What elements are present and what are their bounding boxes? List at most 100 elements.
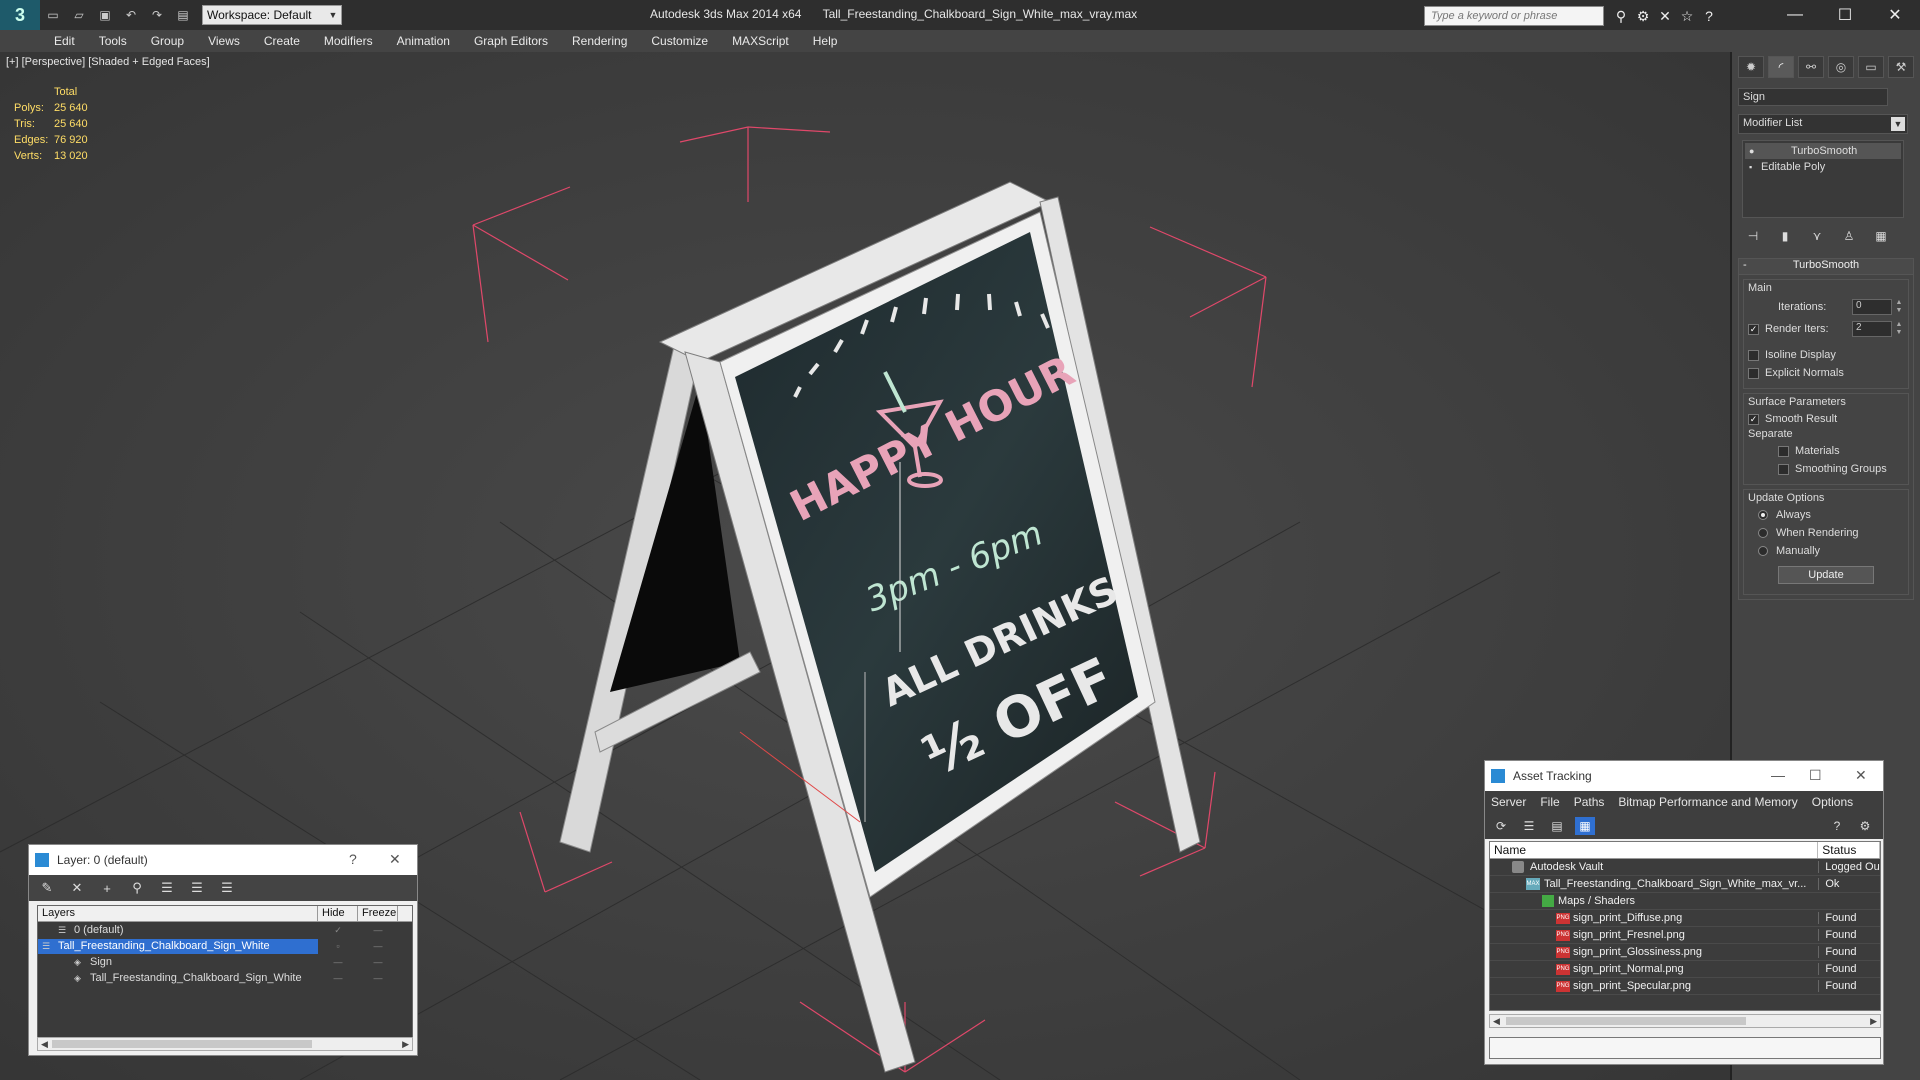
menu-graph-editors[interactable]: Graph Editors — [474, 34, 548, 48]
stack-item-editable-poly[interactable]: ▪ Editable Poly — [1745, 159, 1901, 175]
close-icon[interactable]: ✕ — [1870, 0, 1920, 30]
menu-modifiers[interactable]: Modifiers — [324, 34, 373, 48]
hide-toggle[interactable]: — — [318, 973, 358, 983]
asset-row[interactable]: PNG sign_print_Glossiness.png Found — [1490, 944, 1880, 961]
list-view-icon[interactable]: ☰ — [1519, 817, 1539, 835]
menu-customize[interactable]: Customize — [651, 34, 708, 48]
viewport-label[interactable]: [+] [Perspective] [Shaded + Edged Faces] — [6, 56, 210, 68]
asset-row[interactable]: MAX Tall_Freestanding_Chalkboard_Sign_Whi… — [1490, 876, 1880, 893]
show-end-result-icon[interactable]: ▮ — [1774, 226, 1796, 246]
redo-icon[interactable]: ↷ — [148, 6, 166, 24]
rollout-header[interactable]: - TurboSmooth — [1739, 259, 1913, 275]
dialog-title-bar[interactable]: Asset Tracking — ☐ ✕ — [1485, 761, 1883, 791]
col-status[interactable]: Status — [1818, 842, 1880, 858]
layer-scrollbar[interactable]: ◀ ▶ — [37, 1037, 413, 1051]
menu-tools[interactable]: Tools — [99, 34, 127, 48]
materials-checkbox[interactable] — [1778, 445, 1789, 457]
col-freeze[interactable]: Freeze — [358, 906, 398, 921]
table-view-icon[interactable]: ▦ — [1575, 817, 1595, 835]
asset-row[interactable]: Autodesk Vault Logged Ou — [1490, 859, 1880, 876]
render-iters-checkbox[interactable]: ✓ — [1748, 323, 1759, 335]
workspace-dropdown[interactable]: Workspace: Default ▼ — [202, 5, 342, 25]
always-radio[interactable] — [1758, 510, 1768, 520]
asset-status-field[interactable] — [1489, 1037, 1881, 1059]
col-name[interactable]: Name — [1490, 842, 1819, 858]
menu-bitmap-performance[interactable]: Bitmap Performance and Memory — [1618, 795, 1797, 809]
layer-row[interactable]: ◈ Tall_Freestanding_Chalkboard_Sign_White… — [38, 970, 412, 986]
menu-rendering[interactable]: Rendering — [572, 34, 627, 48]
explicit-normals-checkbox[interactable] — [1748, 367, 1759, 379]
binoculars-icon[interactable]: ⚲ — [1610, 6, 1632, 26]
select-layer-icon[interactable]: ☰ — [157, 879, 177, 897]
help-icon[interactable]: ? — [1827, 817, 1847, 835]
close-icon[interactable]: ✕ — [1855, 767, 1867, 784]
open-file-icon[interactable]: ▱ — [70, 6, 88, 24]
asset-row[interactable]: PNG sign_print_Specular.png Found — [1490, 978, 1880, 995]
iterations-spinner[interactable]: 0 — [1852, 299, 1892, 315]
utilities-tab-icon[interactable]: ⚒ — [1888, 56, 1914, 78]
maximize-icon[interactable]: ☐ — [1809, 767, 1822, 784]
manually-radio[interactable] — [1758, 546, 1768, 556]
layer-row[interactable]: ☰ 0 (default) ✓ — — [38, 922, 412, 938]
menu-options[interactable]: Options — [1812, 795, 1853, 809]
modify-tab-icon[interactable]: ◜ — [1768, 56, 1794, 78]
help-icon[interactable]: ? — [1698, 6, 1720, 26]
spinner-arrows-icon[interactable]: ▲ ▼ — [1894, 321, 1904, 337]
configure-modifier-sets-icon[interactable]: ▦ — [1870, 226, 1892, 246]
hide-toggle[interactable]: ▫ — [318, 941, 358, 951]
new-file-icon[interactable]: ▭ — [44, 6, 62, 24]
layer-row[interactable]: ☰ Tall_Freestanding_Chalkboard_Sign_White… — [38, 938, 412, 954]
modifier-list-dropdown[interactable]: Modifier List ▼ — [1738, 114, 1908, 134]
remove-modifier-icon[interactable]: ♙ — [1838, 226, 1860, 246]
create-tab-icon[interactable]: ✹ — [1738, 56, 1764, 78]
layer-row[interactable]: ◈ Sign — — — [38, 954, 412, 970]
delete-layer-icon[interactable]: ✕ — [67, 879, 87, 897]
scroll-left-icon[interactable]: ◀ — [1493, 1015, 1500, 1027]
hierarchy-tab-icon[interactable]: ⚯ — [1798, 56, 1824, 78]
menu-paths[interactable]: Paths — [1574, 795, 1605, 809]
minimize-icon[interactable]: — — [1770, 0, 1820, 30]
motion-tab-icon[interactable]: ◎ — [1828, 56, 1854, 78]
asset-row[interactable]: PNG sign_print_Normal.png Found — [1490, 961, 1880, 978]
menu-views[interactable]: Views — [208, 34, 240, 48]
smoothing-groups-checkbox[interactable] — [1778, 463, 1789, 475]
asset-row[interactable]: PNG sign_print_Diffuse.png Found — [1490, 910, 1880, 927]
expand-icon[interactable]: ▪ — [1749, 162, 1761, 172]
make-unique-icon[interactable]: ⋎ — [1806, 226, 1828, 246]
hide-toggle[interactable]: ✓ — [318, 925, 358, 936]
freeze-toggle[interactable]: — — [358, 925, 398, 935]
asset-row[interactable]: PNG sign_print_Fresnel.png Found — [1490, 927, 1880, 944]
freeze-toggle[interactable]: — — [358, 973, 398, 983]
scroll-thumb[interactable] — [1506, 1017, 1746, 1025]
maximize-icon[interactable]: ☐ — [1820, 0, 1870, 30]
thumbnail-view-icon[interactable]: ▤ — [1547, 817, 1567, 835]
create-layer-icon[interactable]: ✎ — [37, 879, 57, 897]
menu-group[interactable]: Group — [151, 34, 184, 48]
pin-stack-icon[interactable]: ⊣ — [1742, 226, 1764, 246]
hide-toggle[interactable]: — — [318, 957, 358, 967]
hide-layers-icon[interactable]: ☰ — [187, 879, 207, 897]
when-rendering-radio[interactable] — [1758, 528, 1768, 538]
menu-server[interactable]: Server — [1491, 795, 1526, 809]
app-logo-icon[interactable]: 3 — [0, 0, 40, 30]
asset-row[interactable]: Maps / Shaders — [1490, 893, 1880, 910]
col-layers[interactable]: Layers — [38, 906, 318, 921]
display-tab-icon[interactable]: ▭ — [1858, 56, 1884, 78]
lightbulb-icon[interactable]: ● — [1749, 146, 1761, 156]
refresh-icon[interactable]: ⟳ — [1491, 817, 1511, 835]
select-objects-icon[interactable]: ⚲ — [127, 879, 147, 897]
help-button[interactable]: ? — [349, 851, 357, 867]
add-to-layer-icon[interactable]: + — [97, 879, 117, 897]
asset-scrollbar[interactable]: ◀ ▶ — [1489, 1014, 1881, 1028]
isoline-checkbox[interactable] — [1748, 349, 1759, 361]
undo-icon[interactable]: ↶ — [122, 6, 140, 24]
minimize-icon[interactable]: — — [1771, 767, 1785, 783]
freeze-layers-icon[interactable]: ☰ — [217, 879, 237, 897]
freeze-toggle[interactable]: — — [358, 957, 398, 967]
scroll-left-icon[interactable]: ◀ — [41, 1038, 48, 1050]
scroll-thumb[interactable] — [52, 1040, 312, 1048]
menu-animation[interactable]: Animation — [397, 34, 450, 48]
menu-maxscript[interactable]: MAXScript — [732, 34, 789, 48]
render-iters-spinner[interactable]: 2 — [1852, 321, 1892, 337]
close-icon[interactable]: ✕ — [389, 851, 401, 868]
